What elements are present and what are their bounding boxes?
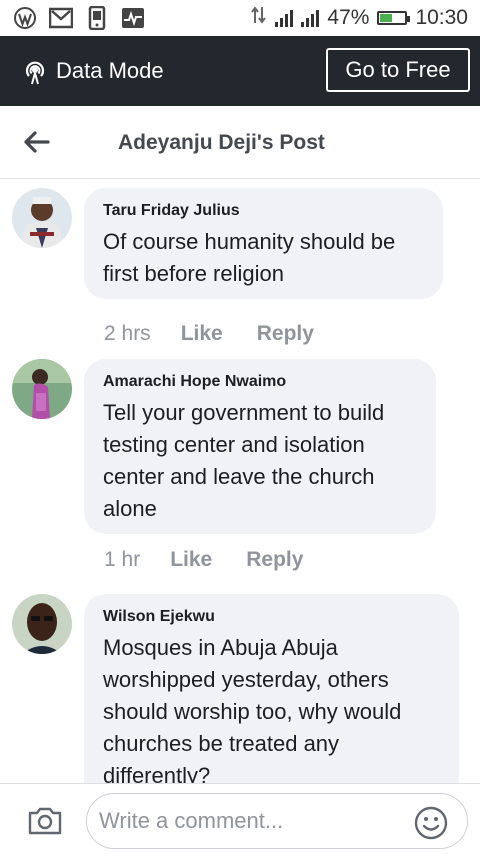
comments-list: Taru Friday Julius Of course humanity sh… (0, 179, 480, 783)
comment-time[interactable]: 2 hrs (104, 322, 151, 346)
broadcast-icon (22, 59, 48, 85)
phone-icon (84, 6, 110, 30)
like-button[interactable]: Like (170, 548, 212, 572)
comment-composer (0, 783, 480, 855)
signal-icon (275, 9, 294, 27)
wordpress-icon (12, 6, 38, 30)
post-header: Adeyanju Deji's Post (0, 106, 480, 179)
comment-actions: 2 hrs Like Reply (104, 322, 314, 346)
emoji-icon[interactable] (414, 806, 448, 840)
comment-text: Tell your government to build testing ce… (103, 400, 385, 521)
comment-text: Of course humanity should be first befor… (103, 229, 396, 286)
data-transfer-icon (251, 6, 267, 30)
avatar[interactable] (12, 594, 72, 654)
reply-button[interactable]: Reply (257, 322, 314, 346)
activity-icon (120, 6, 146, 30)
comment-time[interactable]: 1 hr (104, 548, 140, 572)
back-arrow-icon[interactable] (22, 130, 50, 154)
battery-icon (377, 11, 411, 25)
page-title: Adeyanju Deji's Post (118, 131, 325, 154)
comment-bubble[interactable]: Amarachi Hope Nwaimo Tell your governmen… (84, 359, 436, 534)
comment-bubble[interactable]: Wilson Ejekwu Mosques in Abuja Abuja wor… (84, 594, 459, 783)
avatar[interactable] (12, 188, 72, 248)
comment-author[interactable]: Taru Friday Julius (103, 202, 424, 220)
data-mode-label: Data Mode (56, 58, 164, 83)
comment-text: Mosques in Abuja Abuja worshipped yester… (103, 635, 402, 783)
battery-percent: 47% (327, 6, 370, 29)
gmail-icon (48, 6, 74, 30)
comment-actions: 1 hr Like Reply (104, 548, 303, 572)
signal-icon (301, 9, 320, 27)
go-to-free-button[interactable]: Go to Free (326, 48, 470, 92)
system-status: 47% 10:30 (251, 0, 468, 36)
camera-icon[interactable] (27, 806, 63, 836)
notification-icons (0, 6, 146, 30)
status-bar: 47% 10:30 (0, 0, 480, 36)
comment-bubble[interactable]: Taru Friday Julius Of course humanity sh… (84, 188, 443, 299)
clock: 10:30 (415, 6, 468, 29)
avatar[interactable] (12, 359, 72, 419)
data-mode-banner: Data Mode Go to Free (0, 36, 480, 106)
comment-author[interactable]: Wilson Ejekwu (103, 608, 440, 626)
comment-author[interactable]: Amarachi Hope Nwaimo (103, 373, 417, 391)
like-button[interactable]: Like (181, 322, 223, 346)
reply-button[interactable]: Reply (246, 548, 303, 572)
comment-input[interactable] (86, 793, 468, 849)
